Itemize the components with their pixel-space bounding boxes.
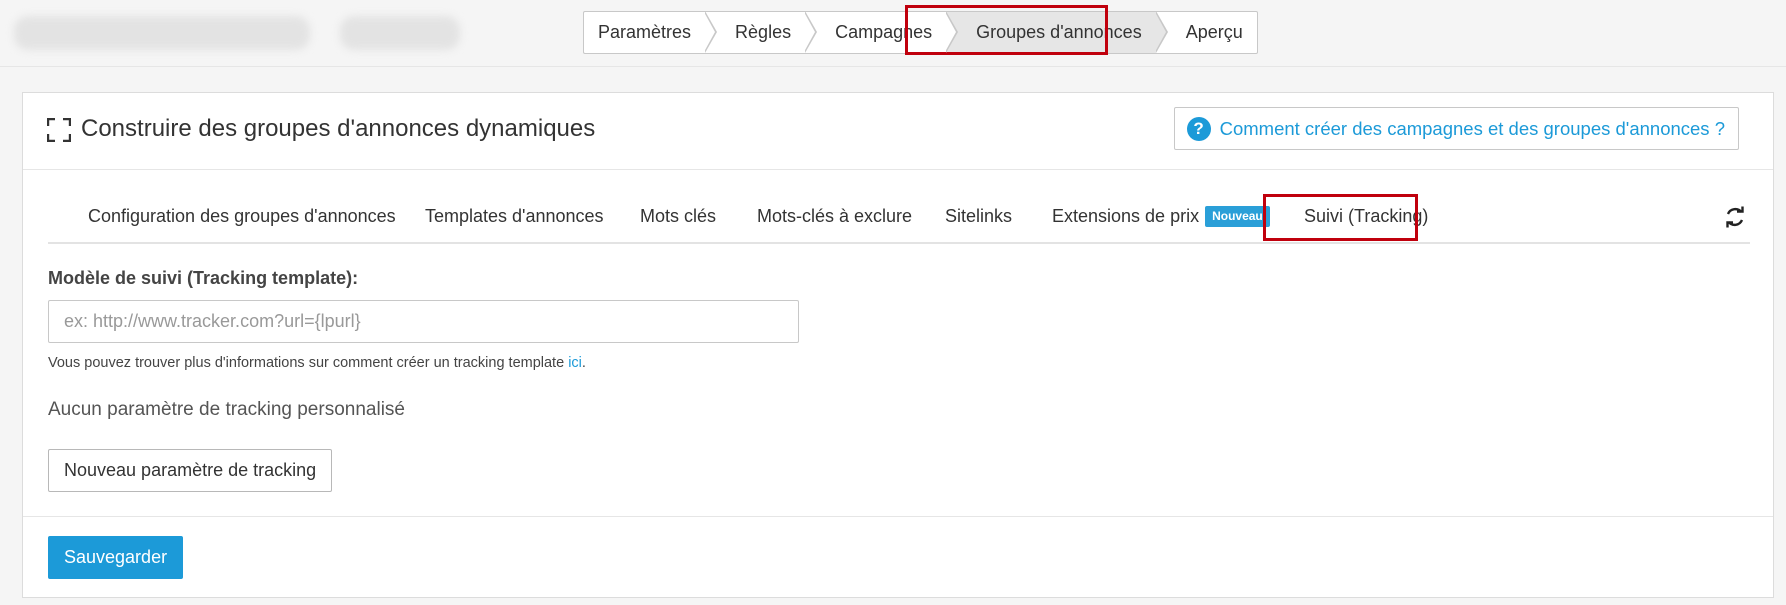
tab-label: Mots clés <box>640 206 717 226</box>
tracking-template-label: Modèle de suivi (Tracking template): <box>48 268 359 288</box>
breadcrumb-step-groupes-annonces[interactable]: Groupes d'annonces <box>946 11 1168 54</box>
tracking-help-suffix: . <box>581 355 586 371</box>
breadcrumb-step-parametres[interactable]: Paramètres <box>583 11 718 54</box>
tab-extensions-prix[interactable]: Extensions de prix Nouveau <box>1052 201 1270 242</box>
breadcrumb-chevron <box>804 11 818 53</box>
breadcrumb-step-label: Règles <box>735 22 792 42</box>
tab-label: Mots-clés à exclure <box>757 206 913 226</box>
breadcrumb-step-label: Paramètres <box>598 22 692 42</box>
refresh-icon[interactable] <box>1723 205 1747 229</box>
tracking-help-text: Vous pouvez trouver plus d'informations … <box>48 355 586 371</box>
tab-label: Sitelinks <box>945 206 1013 226</box>
new-tracking-param-button[interactable]: Nouveau paramètre de tracking <box>48 449 333 492</box>
tab-mots-cles[interactable]: Mots clés <box>640 201 716 242</box>
tab-suivi-tracking[interactable]: Suivi (Tracking) <box>1304 201 1428 242</box>
expand-icon[interactable] <box>47 118 71 142</box>
tracking-template-input[interactable] <box>48 300 799 343</box>
top-bar: Paramètres Règles Campagnes Groupes d'an… <box>0 0 1786 67</box>
breadcrumb-step-label: Campagnes <box>835 22 933 42</box>
tracking-help-prefix: Vous pouvez trouver plus d'informations … <box>48 355 569 371</box>
tab-sitelinks[interactable]: Sitelinks <box>945 201 1012 242</box>
breadcrumb-chevron <box>1154 11 1168 53</box>
help-button[interactable]: ? Comment créer des campagnes et des gro… <box>1173 107 1739 150</box>
no-tracking-params-text: Aucun paramètre de tracking personnalisé <box>48 399 405 420</box>
tab-label: Extensions de prix <box>1052 206 1200 226</box>
blurred-account-name <box>14 16 310 50</box>
main-panel: Construire des groupes d'annonces dynami… <box>22 92 1774 598</box>
breadcrumb-chevron <box>945 11 959 53</box>
tracking-help-link[interactable]: ici <box>568 355 582 371</box>
tab-label: Suivi (Tracking) <box>1304 206 1429 226</box>
tab-bar: Configuration des groupes d'annonces Tem… <box>48 201 1750 244</box>
breadcrumb: Paramètres Règles Campagnes Groupes d'an… <box>583 11 1258 54</box>
tab-configuration[interactable]: Configuration des groupes d'annonces <box>88 201 396 242</box>
breadcrumb-step-label: Aperçu <box>1185 22 1243 42</box>
breadcrumb-step-regles[interactable]: Règles <box>705 11 818 54</box>
breadcrumb-step-label: Groupes d'annonces <box>976 22 1142 42</box>
tab-mots-cles-exclure[interactable]: Mots-clés à exclure <box>757 201 912 242</box>
tab-templates[interactable]: Templates d'annonces <box>425 201 604 242</box>
help-button-label: Comment créer des campagnes et des group… <box>1219 117 1725 139</box>
blurred-account-id <box>340 16 460 50</box>
new-badge: Nouveau <box>1205 206 1270 227</box>
page-title: Construire des groupes d'annonces dynami… <box>81 115 596 142</box>
save-button[interactable]: Sauvegarder <box>48 536 184 579</box>
breadcrumb-step-apercu[interactable]: Aperçu <box>1155 11 1258 54</box>
footer-divider <box>23 516 1773 517</box>
tab-label: Configuration des groupes d'annonces <box>88 206 396 226</box>
breadcrumb-step-campagnes[interactable]: Campagnes <box>805 11 959 54</box>
tab-label: Templates d'annonces <box>425 206 604 226</box>
panel-header: Construire des groupes d'annonces dynami… <box>23 93 1773 170</box>
breadcrumb-chevron <box>704 11 718 53</box>
question-icon: ? <box>1186 116 1211 141</box>
